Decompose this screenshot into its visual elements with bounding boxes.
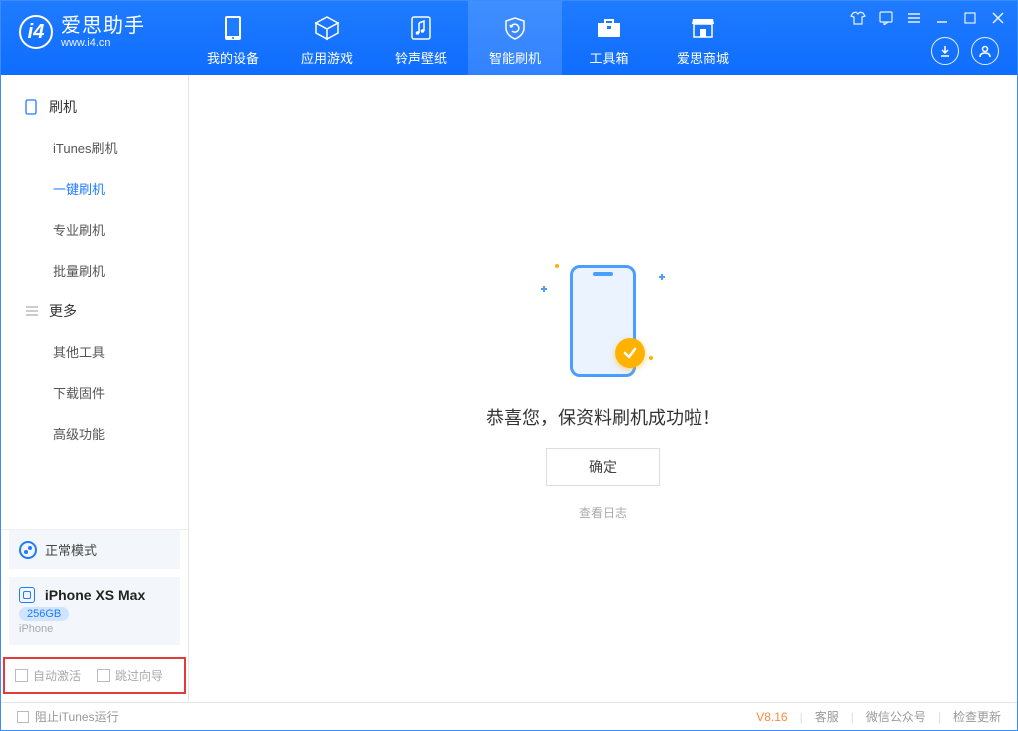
checkbox-box-icon bbox=[15, 669, 28, 682]
success-illustration bbox=[533, 256, 673, 386]
tab-label: 应用游戏 bbox=[301, 48, 353, 67]
main-area: 刷机 iTunes刷机 一键刷机 专业刷机 批量刷机 更多 其他工具 下载固件 … bbox=[1, 75, 1017, 702]
app-logo: i4 爱思助手 www.i4.cn bbox=[1, 1, 186, 49]
device-icon bbox=[19, 587, 35, 603]
mode-card[interactable]: 正常模式 bbox=[9, 530, 180, 569]
footer-right: V8.16 | 客服 | 微信公众号 | 检查更新 bbox=[756, 708, 1001, 725]
sidebar-section-flash: 刷机 bbox=[1, 87, 188, 127]
tab-my-device[interactable]: 我的设备 bbox=[186, 1, 280, 75]
download-button[interactable] bbox=[931, 37, 959, 65]
device-type: iPhone bbox=[19, 623, 170, 635]
footer-link-wechat[interactable]: 微信公众号 bbox=[866, 708, 926, 725]
sidebar-bottom: 正常模式 iPhone XS Max 256GB iPhone 自动激活 跳过向… bbox=[1, 529, 188, 702]
dot-icon bbox=[555, 264, 559, 268]
maximize-button[interactable] bbox=[959, 7, 981, 29]
refresh-shield-icon bbox=[501, 14, 529, 42]
tab-label: 智能刷机 bbox=[489, 48, 541, 67]
section-title: 刷机 bbox=[49, 97, 77, 117]
tab-toolbox[interactable]: 工具箱 bbox=[562, 1, 656, 75]
tab-apps-games[interactable]: 应用游戏 bbox=[280, 1, 374, 75]
checkbox-box-icon bbox=[97, 669, 110, 682]
sparkle-icon bbox=[659, 274, 665, 280]
close-button[interactable] bbox=[987, 7, 1009, 29]
footer: 阻止iTunes运行 V8.16 | 客服 | 微信公众号 | 检查更新 bbox=[1, 702, 1017, 730]
checkbox-label: 自动激活 bbox=[33, 667, 81, 684]
tshirt-icon[interactable] bbox=[847, 7, 869, 29]
sidebar: 刷机 iTunes刷机 一键刷机 专业刷机 批量刷机 更多 其他工具 下载固件 … bbox=[1, 75, 189, 702]
footer-link-support[interactable]: 客服 bbox=[815, 708, 839, 725]
sidebar-item-advanced[interactable]: 高级功能 bbox=[1, 413, 188, 454]
footer-link-update[interactable]: 检查更新 bbox=[953, 708, 1001, 725]
dot-icon bbox=[649, 356, 653, 360]
header-action-buttons bbox=[931, 37, 999, 65]
tab-label: 铃声壁纸 bbox=[395, 48, 447, 67]
hamburger-icon bbox=[25, 305, 41, 317]
logo-icon: i4 bbox=[19, 15, 53, 49]
version-label: V8.16 bbox=[756, 710, 787, 724]
checkbox-skip-wizard[interactable]: 跳过向导 bbox=[97, 667, 163, 684]
success-message: 恭喜您，保资料刷机成功啦！ bbox=[486, 404, 720, 430]
checkbox-label: 跳过向导 bbox=[115, 667, 163, 684]
confirm-button[interactable]: 确定 bbox=[546, 448, 660, 486]
tab-label: 工具箱 bbox=[589, 48, 628, 67]
mode-icon bbox=[19, 541, 37, 559]
checkbox-auto-activate[interactable]: 自动激活 bbox=[15, 667, 81, 684]
sidebar-item-pro-flash[interactable]: 专业刷机 bbox=[1, 209, 188, 250]
tab-store[interactable]: 爱思商城 bbox=[656, 1, 750, 75]
menu-icon[interactable] bbox=[903, 7, 925, 29]
sidebar-item-itunes-flash[interactable]: iTunes刷机 bbox=[1, 127, 188, 168]
phone-icon bbox=[219, 14, 247, 42]
sidebar-item-oneclick-flash[interactable]: 一键刷机 bbox=[1, 168, 188, 209]
tab-smart-flash[interactable]: 智能刷机 bbox=[468, 1, 562, 75]
sidebar-item-download-firmware[interactable]: 下载固件 bbox=[1, 372, 188, 413]
app-subtitle: www.i4.cn bbox=[61, 38, 145, 49]
checkmark-badge-icon bbox=[615, 338, 645, 368]
sparkle-icon bbox=[541, 286, 547, 292]
briefcase-icon bbox=[595, 14, 623, 42]
user-button[interactable] bbox=[971, 37, 999, 65]
checkbox-box-icon bbox=[17, 711, 29, 723]
device-card[interactable]: iPhone XS Max 256GB iPhone bbox=[9, 577, 180, 645]
phone-outline-icon bbox=[25, 99, 41, 115]
tab-ringtones-wallpapers[interactable]: 铃声壁纸 bbox=[374, 1, 468, 75]
flash-options-highlight: 自动激活 跳过向导 bbox=[3, 657, 186, 694]
sidebar-section-more: 更多 bbox=[1, 291, 188, 331]
music-note-icon bbox=[407, 14, 435, 42]
app-title: 爱思助手 bbox=[61, 16, 145, 36]
tab-label: 爱思商城 bbox=[677, 48, 729, 67]
app-header: i4 爱思助手 www.i4.cn 我的设备 应用游戏 铃声壁纸 bbox=[1, 1, 1017, 75]
device-name: iPhone XS Max bbox=[45, 587, 145, 603]
feedback-icon[interactable] bbox=[875, 7, 897, 29]
sidebar-item-other-tools[interactable]: 其他工具 bbox=[1, 331, 188, 372]
cube-icon bbox=[313, 14, 341, 42]
sidebar-item-batch-flash[interactable]: 批量刷机 bbox=[1, 250, 188, 291]
sidebar-top: 刷机 iTunes刷机 一键刷机 专业刷机 批量刷机 更多 其他工具 下载固件 … bbox=[1, 87, 188, 454]
checkbox-label: 阻止iTunes运行 bbox=[35, 708, 119, 725]
store-icon bbox=[689, 14, 717, 42]
checkbox-block-itunes[interactable]: 阻止iTunes运行 bbox=[17, 708, 119, 725]
content-area: 恭喜您，保资料刷机成功啦！ 确定 查看日志 bbox=[189, 75, 1017, 702]
tab-label: 我的设备 bbox=[207, 48, 259, 67]
section-title: 更多 bbox=[49, 301, 77, 321]
view-log-link[interactable]: 查看日志 bbox=[579, 504, 627, 521]
window-controls bbox=[847, 7, 1009, 29]
minimize-button[interactable] bbox=[931, 7, 953, 29]
device-capacity: 256GB bbox=[19, 607, 69, 621]
mode-label: 正常模式 bbox=[45, 540, 97, 559]
nav-tabs: 我的设备 应用游戏 铃声壁纸 智能刷机 工具箱 bbox=[186, 1, 750, 75]
